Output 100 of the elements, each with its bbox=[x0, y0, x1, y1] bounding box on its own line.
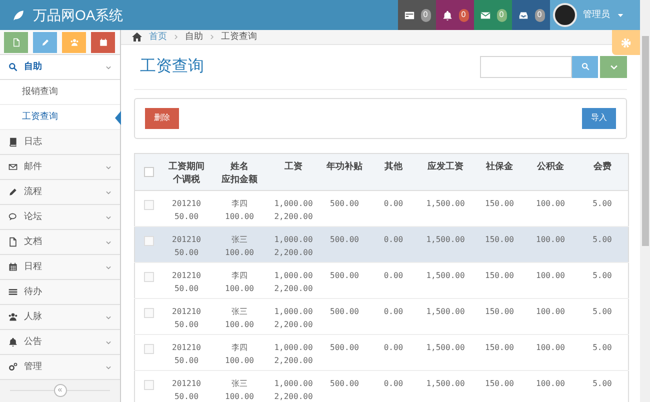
table-cell-text: 1,000.00 2,200.00 bbox=[273, 306, 314, 330]
table-cell-text: 100.00 bbox=[535, 234, 566, 246]
column-subheader: 应扣金额 bbox=[220, 172, 258, 186]
checkbox[interactable] bbox=[144, 308, 154, 318]
table-cell-text: 0.00 bbox=[382, 306, 404, 318]
sidebar-item[interactable]: 自助 bbox=[0, 55, 120, 80]
table-cell-text: 150.00 bbox=[484, 270, 515, 282]
card-icon bbox=[404, 10, 414, 20]
notification-button[interactable]: 0 bbox=[436, 0, 474, 30]
table-cell-text: 5.00 bbox=[592, 306, 613, 318]
sidebar-item[interactable]: 文档 bbox=[0, 230, 120, 255]
table-cell-text: 500.00 bbox=[329, 198, 360, 210]
shortcut-button[interactable] bbox=[4, 32, 28, 52]
chevron-down-icon bbox=[105, 364, 112, 370]
search-button[interactable] bbox=[572, 56, 598, 78]
checkbox[interactable] bbox=[144, 200, 154, 210]
breadcrumb-item[interactable]: 自助 bbox=[185, 30, 203, 44]
bell-icon bbox=[442, 10, 452, 20]
table-cell-text: 201210 50.00 bbox=[171, 306, 202, 330]
table-cell-text: 李四 100.00 bbox=[224, 342, 255, 366]
count-badge: 0 bbox=[420, 8, 430, 22]
book-icon bbox=[8, 137, 18, 147]
table-cell-text: 1,500.00 bbox=[425, 342, 466, 354]
column-header[interactable]: 社保金 bbox=[474, 160, 524, 172]
chevron-right-icon bbox=[209, 34, 215, 40]
submenu-item[interactable]: 报销查询 bbox=[0, 80, 120, 105]
table-cell-text: 张三 100.00 bbox=[224, 234, 255, 258]
breadcrumb-item: 工资查询 bbox=[221, 30, 257, 43]
table-row[interactable]: 201210 50.00 李四 100.00 1,000.00 2,200.00 500.00 0.00 1,500.00 150.00 100.00 5.00 bbox=[134, 190, 628, 226]
scrollbar[interactable] bbox=[640, 0, 650, 402]
search-field[interactable] bbox=[480, 56, 572, 78]
table-cell-text: 500.00 bbox=[329, 342, 360, 354]
speech-bubble-icon bbox=[8, 212, 18, 222]
column-subheader: 个调税 bbox=[172, 172, 201, 186]
sidebar-item[interactable]: 论坛 bbox=[0, 205, 120, 230]
column-header[interactable]: 会费 bbox=[576, 160, 628, 172]
table-row[interactable]: 201210 50.00 张三 100.00 1,000.00 2,200.00 500.00 0.00 1,500.00 150.00 100.00 5.00 bbox=[134, 370, 628, 402]
column-header[interactable]: 工资期间 bbox=[162, 160, 210, 172]
chevron-down-icon bbox=[105, 64, 112, 70]
table-cell-text: 5.00 bbox=[592, 342, 613, 354]
checkbox[interactable] bbox=[144, 344, 154, 354]
table-cell-text: 150.00 bbox=[484, 342, 515, 354]
table-cell-text: 1,500.00 bbox=[425, 234, 466, 246]
checkbox[interactable] bbox=[144, 236, 154, 246]
settings-button[interactable] bbox=[612, 30, 640, 55]
chevron-down-icon bbox=[105, 214, 112, 220]
column-header[interactable]: 应发工资 bbox=[416, 160, 474, 172]
import-button[interactable]: 导入 bbox=[582, 108, 616, 128]
scrollbar-thumb[interactable] bbox=[642, 36, 648, 246]
table-cell-text: 5.00 bbox=[592, 198, 613, 210]
chevron-right-icon bbox=[173, 34, 179, 40]
checkbox[interactable] bbox=[144, 272, 154, 282]
chevron-down-icon bbox=[105, 338, 112, 346]
shortcut-button[interactable] bbox=[62, 32, 86, 52]
home-icon bbox=[131, 30, 143, 43]
sidebar-item[interactable]: 待办 bbox=[0, 280, 120, 305]
sidebar-item[interactable]: 管理 bbox=[0, 355, 120, 380]
table-cell-text: 0.00 bbox=[382, 342, 404, 354]
column-header[interactable]: 其他 bbox=[370, 160, 416, 172]
table-cell-text: 150.00 bbox=[484, 198, 515, 210]
checkbox[interactable] bbox=[144, 380, 154, 390]
expand-button[interactable] bbox=[600, 56, 627, 78]
table-cell-text: 1,000.00 2,200.00 bbox=[273, 234, 314, 258]
list-icon bbox=[8, 287, 18, 297]
table-row[interactable]: 201210 50.00 李四 100.00 1,000.00 2,200.00 500.00 0.00 1,500.00 150.00 100.00 5.00 bbox=[134, 262, 628, 298]
table-cell-text: 201210 50.00 bbox=[171, 378, 202, 402]
table-cell-text: 5.00 bbox=[592, 234, 613, 246]
column-header[interactable]: 公积金 bbox=[524, 160, 576, 172]
column-header[interactable]: 年功补贴 bbox=[318, 160, 370, 172]
sidebar-item[interactable]: 邮件 bbox=[0, 155, 120, 180]
table-row[interactable]: 201210 50.00 李四 100.00 1,000.00 2,200.00 500.00 0.00 1,500.00 150.00 100.00 5.00 bbox=[134, 334, 628, 370]
sidebar-item[interactable]: 日程 bbox=[0, 255, 120, 280]
table-cell-text: 1,500.00 bbox=[425, 378, 466, 390]
delete-button[interactable]: 删除 bbox=[145, 108, 179, 128]
sidebar-item[interactable]: 人脉 bbox=[0, 305, 120, 330]
chevron-down-icon bbox=[105, 314, 112, 320]
sidebar-item[interactable]: 日志 bbox=[0, 130, 120, 155]
checkbox[interactable] bbox=[144, 166, 154, 176]
column-header[interactable]: 姓名 bbox=[210, 160, 268, 172]
table-row[interactable]: 201210 50.00 张三 100.00 1,000.00 2,200.00 500.00 0.00 1,500.00 150.00 100.00 5.00 bbox=[134, 298, 628, 334]
table-cell-text: 李四 100.00 bbox=[224, 270, 255, 294]
table-cell-text: 201210 50.00 bbox=[171, 234, 202, 258]
table-cell-text: 201210 50.00 bbox=[171, 270, 202, 294]
table-cell-text: 100.00 bbox=[535, 198, 566, 210]
submenu-item[interactable]: 工资查询 bbox=[0, 105, 120, 130]
table-cell-text: 500.00 bbox=[329, 270, 360, 282]
table-cell-text: 1,500.00 bbox=[425, 306, 466, 318]
table-cell-text: 100.00 bbox=[535, 342, 566, 354]
shortcut-button[interactable] bbox=[91, 32, 115, 52]
column-header[interactable]: 工资 bbox=[268, 160, 318, 172]
shortcut-button[interactable] bbox=[33, 32, 57, 52]
sidebar-item[interactable]: 流程 bbox=[0, 180, 120, 205]
chevron-down-icon bbox=[105, 264, 112, 270]
chevron-down-icon bbox=[105, 238, 112, 246]
sidebar-item[interactable]: 公告 bbox=[0, 330, 120, 355]
leaf-icon bbox=[12, 8, 25, 22]
calendar-icon bbox=[8, 262, 18, 272]
table-cell-text: 500.00 bbox=[329, 378, 360, 390]
file-icon bbox=[8, 237, 18, 247]
file-icon bbox=[12, 38, 20, 46]
